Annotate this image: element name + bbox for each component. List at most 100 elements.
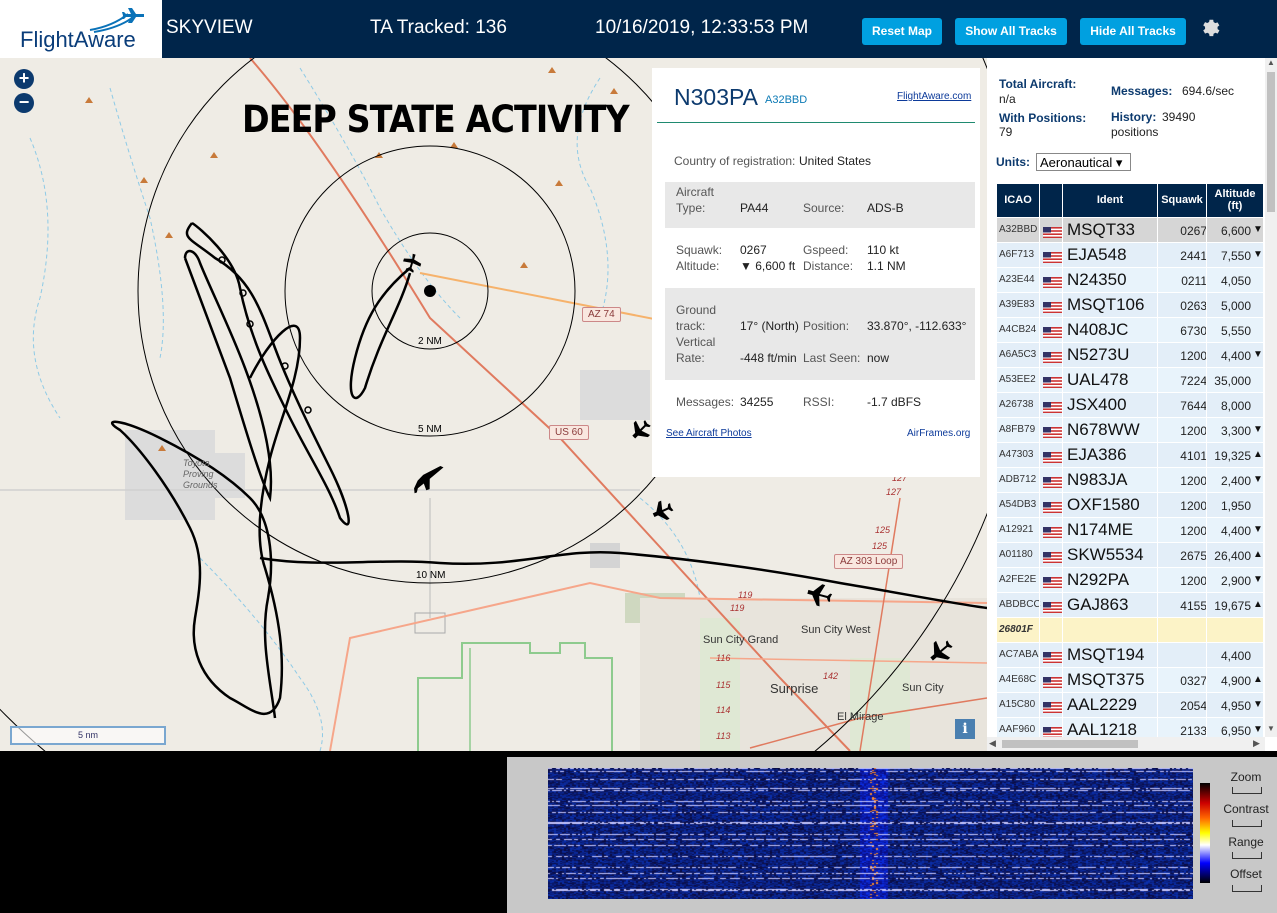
table-row[interactable]: A23E44 N24350 0211 4,050 <box>997 268 1263 292</box>
row-ident: EJA386 <box>1067 445 1127 464</box>
messages-label: Messages: <box>676 395 735 409</box>
info-icon[interactable]: i <box>955 719 975 739</box>
horizontal-scrollbar[interactable]: ◀ ▶ <box>987 737 1265 751</box>
table-row[interactable]: A12921 N174ME 1200 4,400 ▼ <box>997 518 1263 542</box>
row-altitude: 4,950 <box>1220 699 1251 713</box>
flightaware-link[interactable]: FlightAware.com <box>897 91 971 102</box>
flightaware-logo[interactable]: FlightAware <box>0 0 162 58</box>
zoom-slider[interactable] <box>1232 787 1262 794</box>
col-header-flag[interactable] <box>1040 184 1062 217</box>
table-row[interactable]: A6F713 EJA548 2441 7,550 ▼ <box>997 243 1263 267</box>
row-ident: EJA548 <box>1067 245 1127 264</box>
col-header-squawk[interactable]: Squawk <box>1158 184 1206 217</box>
vrate-value: -448 ft/min <box>740 351 797 365</box>
table-row[interactable]: A6A5C3 N5273U 1200 4,400 ▼ <box>997 343 1263 367</box>
range-slider[interactable] <box>1232 852 1262 859</box>
scroll-up-arrow-icon[interactable]: ▲ <box>1267 58 1275 67</box>
gspeed-value: 110 kt <box>867 243 899 257</box>
zoom-out-button[interactable]: − <box>14 93 34 113</box>
contrast-label: Contrast <box>1223 802 1269 816</box>
row-altitude-trend: ▲ <box>1253 549 1263 560</box>
table-row[interactable]: ABDBCC GAJ863 4155 19,675 ▲ <box>997 593 1263 617</box>
place-toyota-proving-grounds: Toyota Proving Grounds <box>183 458 218 490</box>
row-icao: A32BBD <box>999 224 1038 235</box>
us-flag-icon <box>1043 450 1062 463</box>
scroll-down-arrow-icon[interactable]: ▼ <box>1267 724 1275 733</box>
aircraft-photos-link[interactable]: See Aircraft Photos <box>666 428 752 439</box>
contrast-slider[interactable] <box>1232 820 1262 827</box>
table-row[interactable]: A4CB24 N408JC 6730 5,550 <box>997 318 1263 342</box>
column-divider <box>1157 184 1158 743</box>
row-squawk: 1200 <box>1180 574 1207 588</box>
vertical-scrollbar-thumb[interactable] <box>1267 72 1275 212</box>
app-name: SKYVIEW <box>166 17 253 38</box>
row-squawk: 0263 <box>1180 299 1207 313</box>
column-divider <box>1062 184 1063 743</box>
us-flag-icon <box>1043 475 1062 488</box>
table-row[interactable]: A26738 JSX400 7644 8,000 <box>997 393 1263 417</box>
table-row[interactable]: A01180 SKW5534 2675 26,400 ▲ <box>997 543 1263 567</box>
scroll-left-arrow-icon[interactable]: ◀ <box>989 738 996 749</box>
table-row[interactable]: 26801F <box>997 618 1263 642</box>
row-squawk: 1200 <box>1180 424 1207 438</box>
reset-map-button[interactable]: Reset Map <box>862 18 942 45</box>
row-ident: MSQT33 <box>1067 220 1136 239</box>
table-row[interactable]: A54DB3 OXF1580 1200 1,950 <box>997 493 1263 517</box>
table-row[interactable]: A47303 EJA386 4101 19,325 ▲ <box>997 443 1263 467</box>
table-row[interactable]: A15C80 AAL2229 2054 4,950 ▼ <box>997 693 1263 717</box>
col-header-icao[interactable]: ICAO <box>997 184 1039 217</box>
table-row[interactable]: A39E83 MSQT106 0263 5,000 <box>997 293 1263 317</box>
selected-icao: A32BBD <box>765 94 808 106</box>
airframes-link[interactable]: AirFrames.org <box>907 428 970 439</box>
offset-label: Offset <box>1230 867 1262 881</box>
table-row[interactable]: A4E68C MSQT375 0327 4,900 ▲ <box>997 668 1263 692</box>
table-row[interactable]: A8FB79 N678WW 1200 3,300 ▼ <box>997 418 1263 442</box>
col-header-altitude[interactable]: Altitude (ft) <box>1207 184 1263 217</box>
column-divider <box>1039 184 1040 743</box>
hide-all-tracks-button[interactable]: Hide All Tracks <box>1080 18 1186 45</box>
us-flag-icon <box>1043 275 1062 288</box>
row-ident: GAJ863 <box>1067 595 1129 614</box>
offset-slider[interactable] <box>1232 885 1262 892</box>
gear-icon[interactable] <box>1198 17 1220 39</box>
col-header-ident[interactable]: Ident <box>1063 184 1157 217</box>
row-icao: A54DB3 <box>999 499 1037 510</box>
altitude-label: Altitude: <box>676 259 720 273</box>
table-row[interactable]: A32BBD MSQT33 0267 6,600 ▼ <box>997 218 1263 242</box>
color-scale-bar <box>1200 783 1210 883</box>
table-row[interactable]: A2FE2E N292PA 1200 2,900 ▼ <box>997 568 1263 592</box>
ring-label-2nm: 2 NM <box>418 336 442 347</box>
us-flag-icon <box>1043 650 1062 663</box>
row-icao: 26801F <box>999 624 1033 635</box>
row-altitude-trend: ▼ <box>1253 524 1263 535</box>
track-section <box>665 288 975 380</box>
last-seen-value: now <box>867 351 890 365</box>
row-icao: A4E68C <box>999 674 1037 685</box>
horizontal-scrollbar-thumb[interactable] <box>1002 740 1138 748</box>
row-ident: JSX400 <box>1067 395 1127 414</box>
position-value: 33.870°, -112.633° <box>867 319 967 333</box>
row-icao: A6F713 <box>999 249 1035 260</box>
scroll-right-arrow-icon[interactable]: ▶ <box>1253 738 1260 749</box>
distance-label: Distance: <box>803 259 854 273</box>
row-altitude: 1,950 <box>1220 499 1251 513</box>
ring-label-10nm: 10 NM <box>416 570 446 581</box>
row-ident: N5273U <box>1067 345 1130 364</box>
rssi-label: RSSI: <box>803 395 835 409</box>
row-altitude: 4,400 <box>1220 524 1251 538</box>
zoom-in-button[interactable]: + <box>14 69 34 89</box>
range-label: Range <box>1228 835 1264 849</box>
row-altitude: 2,900 <box>1220 574 1251 588</box>
vertical-scrollbar[interactable]: ▲ ▼ <box>1265 58 1277 737</box>
units-select[interactable]: Aeronautical ▾ <box>1036 153 1131 171</box>
table-row[interactable]: AC7ABA MSQT194 4,400 <box>997 643 1263 667</box>
show-all-tracks-button[interactable]: Show All Tracks <box>955 18 1067 45</box>
row-ident: UAL478 <box>1067 370 1129 389</box>
row-squawk: 6730 <box>1180 324 1207 338</box>
country-label: Country of registration: <box>674 154 796 168</box>
rssi-value: -1.7 dBFS <box>867 395 922 409</box>
row-altitude-trend: ▲ <box>1253 449 1263 460</box>
row-squawk: 1200 <box>1180 349 1207 363</box>
table-row[interactable]: A53EE2 UAL478 7224 35,000 <box>997 368 1263 392</box>
table-row[interactable]: ADB712 N983JA 1200 2,400 ▼ <box>997 468 1263 492</box>
